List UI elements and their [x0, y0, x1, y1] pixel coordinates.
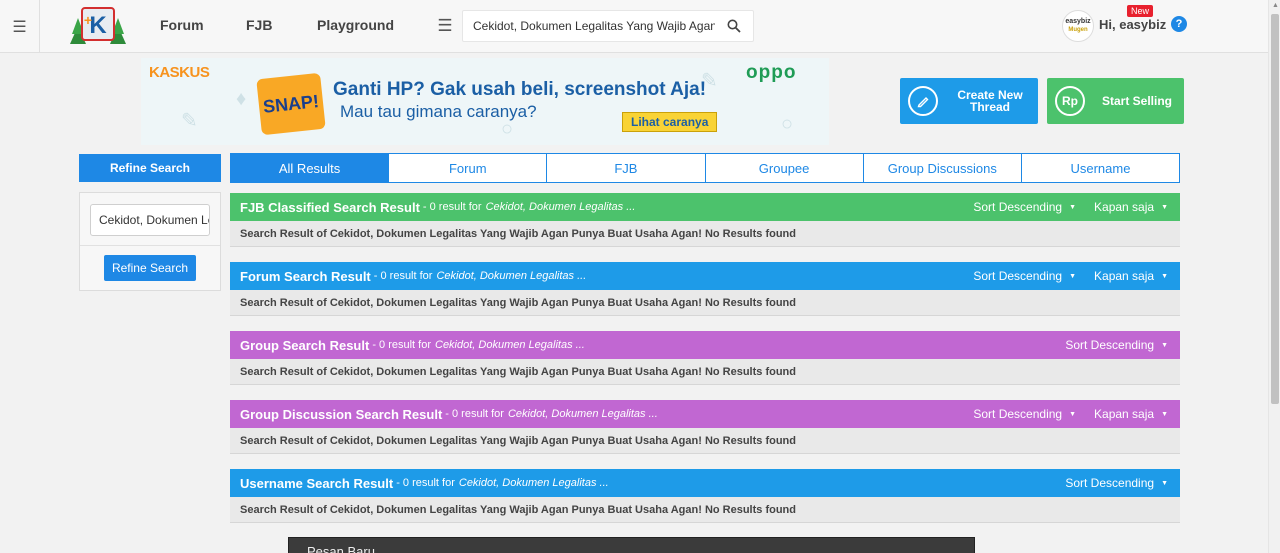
sort-dropdown[interactable]: Sort Descending ▼ [1065, 338, 1168, 352]
svg-text:+: + [84, 12, 92, 28]
snap-logo: SNAP! [256, 72, 326, 136]
tab-username[interactable]: Username [1022, 154, 1179, 182]
forum-result-section: Forum Search Result - 0 result for Cekid… [230, 262, 1180, 316]
username-result-section: Username Search Result - 0 result for Ce… [230, 469, 1180, 523]
pencil-icon [908, 86, 938, 116]
promo-banner[interactable]: ✎ ♦ ○ ✎ ○ KASKUS SNAP! Ganti HP? Gak usa… [141, 58, 829, 145]
result-header: Forum Search Result - 0 result for Cekid… [230, 262, 1180, 290]
caret-down-icon: ▼ [1069, 273, 1077, 281]
top-navbar: ☰ K + Forum FJB Playground ☰ easybiz Mug… [0, 0, 1268, 53]
start-selling-button[interactable]: Rp Start Selling [1047, 78, 1184, 124]
result-title: Username Search Result [240, 475, 394, 491]
help-icon[interactable]: ? [1171, 16, 1187, 32]
result-body: Search Result of Cekidot, Dokumen Legali… [230, 290, 1180, 316]
result-count: - 0 result for [396, 477, 455, 489]
new-badge: New [1127, 5, 1154, 17]
result-count: - 0 result for [372, 339, 431, 351]
caret-down-icon: ▼ [1161, 342, 1168, 350]
caret-down-icon: ▼ [1069, 411, 1077, 419]
fjb-result-section: FJB Classified Search Result - 0 result … [230, 193, 1180, 247]
result-query: Cekidot, Dokumen Legalitas ... [435, 339, 585, 351]
doodle-icon: ✎ [181, 110, 198, 132]
tab-group-discussions[interactable]: Group Discussions [864, 154, 1022, 182]
create-thread-label: Create New Thread [957, 88, 1023, 114]
nav-forum-link[interactable]: Forum [160, 17, 204, 33]
result-title: Group Search Result [240, 337, 370, 353]
tab-all-results[interactable]: All Results [231, 154, 390, 182]
doodle-icon: ♦ [236, 88, 247, 110]
popup-title: Pesan Baru [307, 544, 375, 553]
search-category-button[interactable]: ☰ [430, 10, 460, 42]
result-title: FJB Classified Search Result [240, 199, 420, 215]
tab-groupee[interactable]: Groupee [706, 154, 864, 182]
scroll-up-arrow-icon[interactable]: ▲ [1272, 2, 1279, 9]
kaskus-wordmark: KASKUS [149, 64, 210, 81]
scroll-thumb[interactable] [1271, 14, 1279, 404]
result-title: Group Discussion Search Result [240, 406, 443, 422]
sort-dropdown[interactable]: Sort Descending ▼ [973, 200, 1076, 214]
hamburger-icon: ☰ [12, 18, 27, 36]
result-query: Cekidot, Dokumen Legalitas ... [485, 201, 636, 213]
start-selling-label: Start Selling [1101, 94, 1172, 108]
banner-cta-button[interactable]: Lihat caranya [622, 112, 718, 132]
caret-down-icon: ▼ [1161, 480, 1168, 488]
refine-search-panel: Refine Search [79, 192, 221, 291]
new-message-popup[interactable]: Pesan Baru [288, 537, 975, 553]
banner-subline: Mau tau gimana caranya? [340, 102, 537, 121]
search-input[interactable] [473, 11, 715, 41]
sort-dropdown[interactable]: Sort Descending ▼ [973, 407, 1076, 421]
result-header: FJB Classified Search Result - 0 result … [230, 193, 1180, 221]
sort-dropdown[interactable]: Sort Descending ▼ [973, 269, 1076, 283]
refine-search-input[interactable] [90, 204, 210, 236]
nav-fjb-link[interactable]: FJB [246, 17, 272, 33]
caret-down-icon: ▼ [1069, 204, 1077, 212]
refine-search-heading: Refine Search [79, 154, 221, 182]
search-box [462, 10, 754, 42]
result-header: Group Search Result - 0 result for Cekid… [230, 331, 1180, 359]
result-count: - 0 result for [445, 408, 504, 420]
tab-fjb[interactable]: FJB [547, 154, 706, 182]
group-result-section: Group Search Result - 0 result for Cekid… [230, 331, 1180, 385]
caret-down-icon: ▼ [1161, 204, 1168, 212]
search-icon[interactable] [727, 19, 741, 33]
page-scrollbar[interactable]: ▲ [1268, 0, 1280, 553]
time-dropdown[interactable]: Kapan saja ▼ [1094, 269, 1168, 283]
time-dropdown[interactable]: Kapan saja ▼ [1094, 200, 1168, 214]
kaskus-logo[interactable]: K + [62, 4, 134, 48]
banner-headline: Ganti HP? Gak usah beli, screenshot Aja! [333, 79, 707, 100]
result-body: Search Result of Cekidot, Dokumen Legali… [230, 428, 1180, 454]
result-count: - 0 result for [422, 201, 482, 213]
result-body: Search Result of Cekidot, Dokumen Legali… [230, 359, 1180, 385]
user-greeting[interactable]: Hi, easybiz [1099, 17, 1166, 32]
time-dropdown[interactable]: Kapan saja ▼ [1094, 407, 1168, 421]
result-query: Cekidot, Dokumen Legalitas ... [458, 477, 609, 489]
result-body: Search Result of Cekidot, Dokumen Legali… [230, 221, 1180, 247]
tab-forum[interactable]: Forum [389, 154, 548, 182]
result-header: Username Search Result - 0 result for Ce… [230, 469, 1180, 497]
refine-search-button[interactable]: Refine Search [104, 255, 196, 281]
rupiah-icon: Rp [1055, 86, 1085, 116]
nav-playground-link[interactable]: Playground [317, 17, 394, 33]
user-avatar[interactable]: easybiz Mugen [1062, 10, 1094, 42]
list-icon: ☰ [437, 16, 453, 35]
oppo-logo: oppo [746, 62, 797, 83]
result-tabs: All Results Forum FJB Groupee Group Disc… [230, 153, 1180, 183]
avatar-sub: Mugen [1068, 27, 1088, 33]
group-discussion-result-section: Group Discussion Search Result - 0 resul… [230, 400, 1180, 454]
result-title: Forum Search Result [240, 268, 371, 284]
avatar-name: easybiz [1065, 18, 1091, 25]
divider [80, 245, 220, 246]
sort-dropdown[interactable]: Sort Descending ▼ [1065, 476, 1168, 490]
create-new-thread-button[interactable]: Create New Thread [900, 78, 1038, 124]
hamburger-menu-button[interactable]: ☰ [0, 0, 40, 53]
result-count: - 0 result for [373, 270, 433, 282]
result-query: Cekidot, Dokumen Legalitas ... [507, 408, 658, 420]
caret-down-icon: ▼ [1161, 411, 1168, 419]
result-header: Group Discussion Search Result - 0 resul… [230, 400, 1180, 428]
result-query: Cekidot, Dokumen Legalitas ... [436, 270, 587, 282]
caret-down-icon: ▼ [1161, 273, 1168, 281]
result-body: Search Result of Cekidot, Dokumen Legali… [230, 497, 1180, 523]
doodle-icon: ○ [781, 113, 794, 135]
